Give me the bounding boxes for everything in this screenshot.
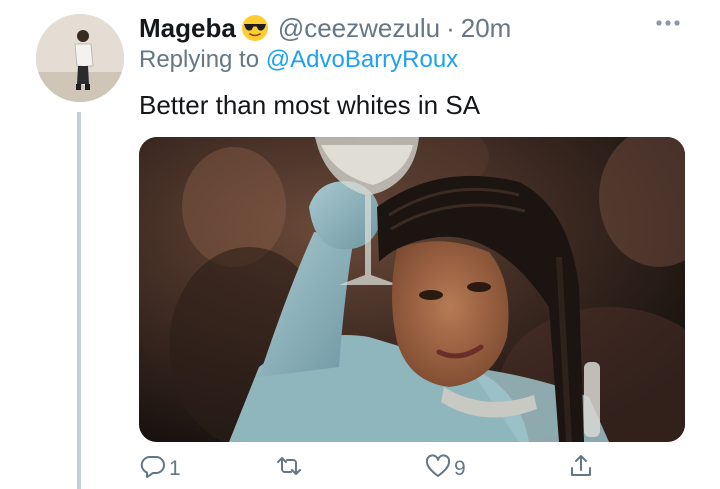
- replying-to-mention[interactable]: @AdvoBarryRoux: [266, 46, 458, 73]
- tweet-media-photo[interactable]: [139, 137, 685, 442]
- photo-image: [139, 137, 685, 442]
- reply-button[interactable]: 1: [139, 452, 181, 486]
- sunglasses-emoji-icon: [240, 13, 270, 43]
- reply-count: 1: [169, 457, 181, 480]
- replying-to: Replying to @AdvoBarryRoux: [139, 44, 458, 76]
- separator-dot: ·: [446, 12, 455, 43]
- retweet-button[interactable]: [275, 452, 305, 486]
- tweet-text: Better than most whites in SA: [139, 90, 481, 120]
- avatar-photo: [36, 14, 124, 102]
- heart-icon: [424, 452, 452, 486]
- share-button[interactable]: [567, 452, 597, 486]
- tweet-header: Mageba @ceezwezulu · 20m: [139, 10, 511, 46]
- share-icon: [567, 452, 595, 486]
- reply-icon: [139, 452, 167, 486]
- thread-line: [77, 112, 81, 489]
- user-handle[interactable]: @ceezwezulu: [278, 13, 440, 44]
- display-name[interactable]: Mageba: [139, 13, 236, 44]
- like-count: 9: [454, 457, 466, 480]
- more-horizontal-icon[interactable]: [654, 16, 682, 30]
- replying-prefix: Replying to: [139, 46, 266, 73]
- retweet-icon: [275, 452, 303, 486]
- tweet[interactable]: Mageba @ceezwezulu · 20m Replying to @Ad…: [0, 0, 720, 489]
- timestamp[interactable]: 20m: [461, 13, 512, 44]
- avatar[interactable]: [36, 14, 124, 102]
- like-button[interactable]: 9: [424, 452, 466, 486]
- tweet-actions: 1 9: [139, 452, 609, 486]
